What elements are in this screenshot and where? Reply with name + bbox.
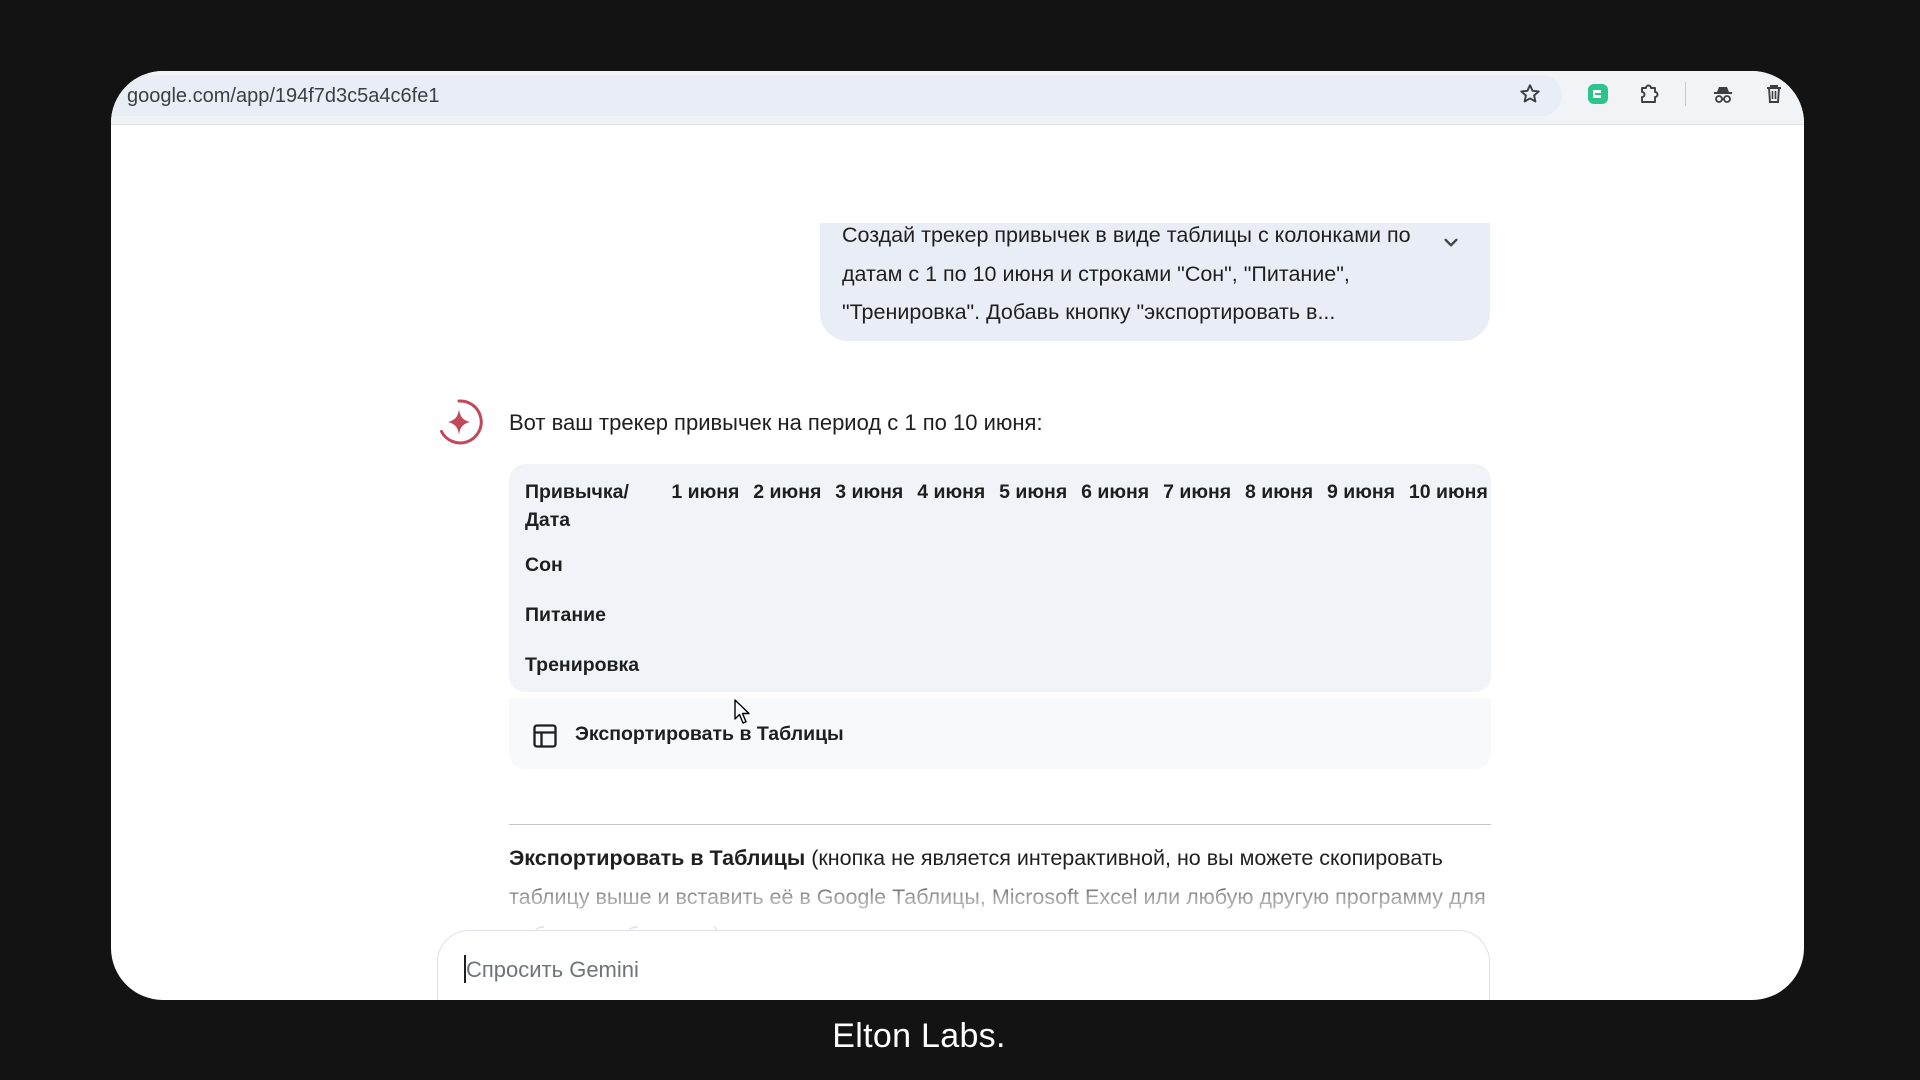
habit-row-label: Питание	[525, 603, 607, 626]
habit-tracker-table: Привычка/ Дата 1 июня 2 июня 3 июня 4 ию…	[509, 464, 1491, 690]
table-header-date: 10 июня	[1408, 481, 1488, 503]
habit-row-label: Тренировка	[525, 653, 640, 676]
table-header-date: 9 июня	[1326, 481, 1396, 503]
address-bar[interactable]: google.com/app/194f7d3c5a4c6fe1	[111, 75, 1562, 116]
puzzle-icon[interactable]	[1636, 81, 1662, 107]
table-header-date: 5 июня	[999, 481, 1068, 503]
table-row: Питание	[509, 590, 1491, 640]
watermark-text: Elton Labs.	[832, 1017, 1006, 1055]
user-message-bubble: Создай трекер привычек в виде таблицы с …	[820, 223, 1490, 341]
section-divider	[509, 824, 1491, 825]
table-header-date: 3 июня	[835, 481, 904, 503]
prompt-input[interactable]	[464, 949, 1368, 991]
url-text[interactable]: google.com/app/194f7d3c5a4c6fe1	[127, 85, 439, 108]
table-header-date: 4 июня	[917, 481, 986, 503]
response-intro-text: Вот ваш трекер привычек на период с 1 по…	[509, 410, 1043, 435]
habit-tracker-table-card: Привычка/ Дата 1 июня 2 июня 3 июня 4 ию…	[509, 464, 1491, 692]
prompt-input-box[interactable]	[437, 930, 1490, 1000]
gemini-spark-icon	[435, 398, 483, 446]
mouse-pointer-icon	[734, 699, 752, 725]
table-header-row: Привычка/ Дата 1 июня 2 июня 3 июня 4 ию…	[509, 464, 1491, 536]
chevron-down-icon[interactable]	[1438, 229, 1464, 255]
table-row: Тренировка	[509, 640, 1491, 690]
user-message-text: Создай трекер привычек в виде таблицы с …	[842, 223, 1411, 324]
table-header-habit-date: Привычка/ Дата	[525, 481, 629, 531]
incognito-icon[interactable]	[1710, 81, 1736, 107]
browser-window: google.com/app/194f7d3c5a4c6fe1 Создай т…	[111, 71, 1804, 1000]
table-header-date: 2 июня	[753, 481, 822, 503]
text-caret	[464, 955, 466, 983]
note-bold-text: Экспортировать в Таблицы	[509, 846, 806, 870]
habit-row-label: Сон	[525, 553, 563, 576]
table-row: Сон	[509, 536, 1491, 590]
table-header-date: 6 июня	[1081, 481, 1150, 503]
star-icon[interactable]	[1517, 81, 1543, 107]
trash-icon[interactable]	[1761, 81, 1787, 107]
extension-green-icon[interactable]	[1585, 81, 1611, 107]
toolbar-separator	[1685, 82, 1686, 106]
table-header-date: 8 июня	[1245, 481, 1314, 503]
table-header-date: 7 июня	[1163, 481, 1232, 503]
export-to-sheets-button[interactable]: Экспортировать в Таблицы	[509, 698, 1491, 769]
sheets-table-icon	[531, 722, 559, 750]
browser-toolbar: google.com/app/194f7d3c5a4c6fe1	[111, 71, 1804, 125]
export-button-label: Экспортировать в Таблицы	[575, 723, 844, 745]
table-header-date: 1 июня	[671, 481, 740, 503]
